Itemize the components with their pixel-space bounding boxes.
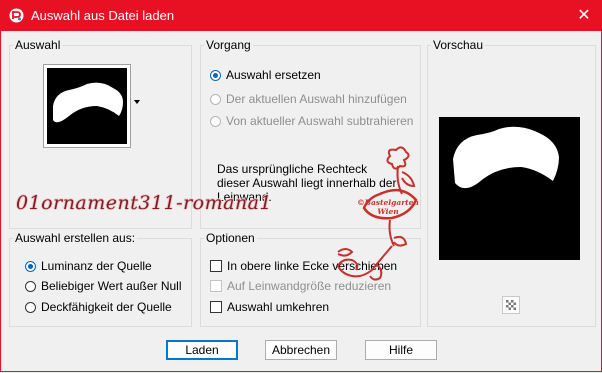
radio-button[interactable] <box>210 69 221 81</box>
radio-button <box>210 115 221 127</box>
close-icon[interactable]: ✕ <box>566 0 602 31</box>
checkbox[interactable] <box>210 260 222 272</box>
radio-button[interactable] <box>25 280 36 292</box>
radio-label: Von aktueller Auswahl subtrahieren <box>226 114 414 128</box>
radio-button[interactable] <box>25 301 36 313</box>
auswahl-group-label: Auswahl <box>13 38 63 52</box>
transparency-toggle-button[interactable] <box>502 296 520 314</box>
stamp-line-2: Wien <box>377 207 398 216</box>
selection-shape-preview <box>453 126 559 189</box>
thumbnail-dropdown-arrow-icon[interactable] <box>134 100 140 104</box>
radio-label: Deckfähigkeit der Quelle <box>41 300 172 314</box>
checkbox-label: Auswahl umkehren <box>227 300 330 314</box>
app-icon <box>9 8 24 23</box>
radio-button <box>210 93 221 105</box>
radio-label: Auswahl ersetzen <box>226 68 321 82</box>
radio-opacity[interactable]: Deckfähigkeit der Quelle <box>25 300 172 314</box>
vorgang-group-label: Vorgang <box>204 38 253 52</box>
cancel-button[interactable]: Abbrechen <box>265 340 337 360</box>
radio-button[interactable] <box>25 260 36 272</box>
selection-thumbnail[interactable] <box>43 64 131 148</box>
vorschau-group-label: Vorschau <box>431 38 486 52</box>
watermark-text: 01ornament311-romana1 <box>16 192 273 214</box>
title-bar: Auswahl aus Datei laden ✕ <box>0 0 602 31</box>
help-button[interactable]: Hilfe <box>365 340 437 360</box>
checkerboard-icon <box>506 300 516 310</box>
erstellen-group-label: Auswahl erstellen aus: <box>13 231 138 245</box>
radio-nonzero[interactable]: Beliebiger Wert außer Null <box>25 279 182 293</box>
optionen-group-label: Optionen <box>204 231 257 245</box>
preview-canvas <box>439 117 580 260</box>
radio-label: Beliebiger Wert außer Null <box>41 279 182 293</box>
radio-replace-selection[interactable]: Auswahl ersetzen <box>210 68 321 82</box>
radio-subtract-selection: Von aktueller Auswahl subtrahieren <box>210 114 413 128</box>
radio-label: Luminanz der Quelle <box>41 259 152 273</box>
load-button[interactable]: Laden <box>166 340 238 360</box>
checkbox <box>210 280 222 292</box>
ornament-stamp-logo: ©Bastelgarten Wien <box>336 146 419 281</box>
radio-label: Der aktuellen Auswahl hinzufügen <box>226 92 407 106</box>
window-title: Auswahl aus Datei laden <box>31 8 175 23</box>
radio-add-selection: Der aktuellen Auswahl hinzufügen <box>210 92 407 106</box>
stamp-line-1: ©Bastelgarten <box>357 198 419 207</box>
checkbox[interactable] <box>210 301 222 313</box>
selection-shape-thumbnail <box>53 82 123 123</box>
checkbox-invert-selection[interactable]: Auswahl umkehren <box>210 300 329 314</box>
radio-luminance[interactable]: Luminanz der Quelle <box>25 259 152 273</box>
